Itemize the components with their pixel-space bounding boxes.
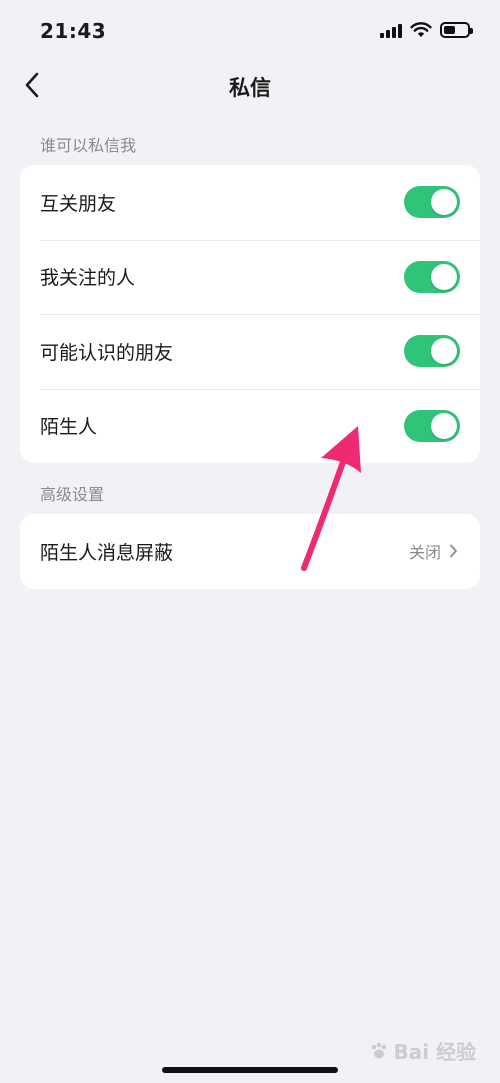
advanced-settings-card: 陌生人消息屏蔽 关闭 [20, 514, 480, 589]
toggle-may-know[interactable] [404, 335, 460, 368]
toggle-strangers[interactable] [404, 409, 460, 442]
setting-label: 互关朋友 [40, 192, 117, 215]
setting-label: 我关注的人 [40, 267, 136, 290]
status-bar: 21:43 [0, 0, 500, 62]
watermark: Bai 经验 [369, 1036, 476, 1065]
signal-icon [380, 22, 402, 38]
status-icons [380, 22, 473, 38]
section-header-advanced: 高级设置 [40, 485, 105, 504]
status-time: 21:43 [40, 19, 107, 43]
nav-bar: 私信 [0, 62, 500, 108]
toggle-mutual-friends[interactable] [404, 186, 460, 219]
paw-icon [372, 1042, 387, 1058]
setting-row-block-strangers[interactable]: 陌生人消息屏蔽 关闭 [20, 514, 480, 589]
toggle-following[interactable] [404, 260, 460, 293]
watermark-text: Bai 经验 [393, 1040, 476, 1064]
setting-row-following: 我关注的人 [20, 239, 480, 315]
toggle-knob [431, 263, 457, 290]
home-indicator[interactable] [162, 1067, 338, 1073]
setting-row-may-know: 可能认识的朋友 [20, 314, 480, 389]
setting-label: 可能认识的朋友 [40, 341, 174, 364]
toggle-knob [431, 412, 457, 439]
setting-label: 陌生人 [40, 416, 98, 439]
section-header-who: 谁可以私信我 [40, 136, 137, 155]
battery-icon [440, 22, 473, 38]
toggle-knob [431, 189, 457, 216]
chevron-right-icon [450, 544, 457, 558]
private-message-settings-page: 21:43 私信 谁可以私信我 互关朋友 我关注的人 可能认识的朋友 陌生人 高… [0, 0, 500, 1083]
setting-row-mutual-friends: 互关朋友 [20, 165, 480, 240]
setting-label: 陌生人消息屏蔽 [40, 541, 174, 564]
setting-value-wrap: 关闭 [409, 539, 458, 563]
wifi-icon [410, 22, 432, 37]
setting-row-strangers: 陌生人 [20, 388, 480, 464]
setting-value: 关闭 [408, 543, 441, 563]
who-can-message-card: 互关朋友 我关注的人 可能认识的朋友 陌生人 [20, 165, 480, 463]
page-title: 私信 [229, 76, 271, 100]
toggle-knob [431, 338, 457, 365]
